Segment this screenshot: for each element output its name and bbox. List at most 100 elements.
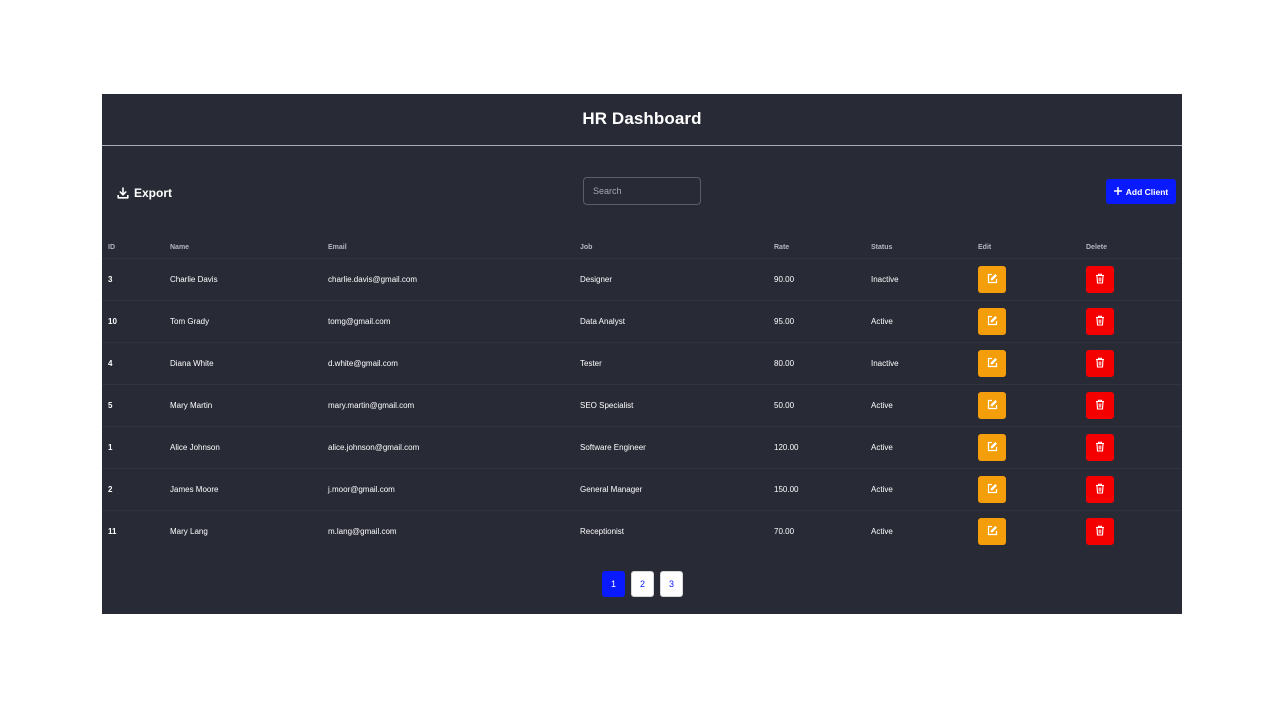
add-client-label: Add Client	[1125, 186, 1169, 197]
cell-edit	[972, 258, 1080, 301]
cell-id: 4	[102, 342, 164, 385]
clients-table: ID Name Email Job Rate Status Edit Delet…	[102, 236, 1182, 552]
edit-button[interactable]	[978, 392, 1006, 419]
cell-name: Diana White	[164, 342, 322, 385]
column-header-delete: Delete	[1086, 243, 1108, 251]
edit-button[interactable]	[978, 308, 1006, 335]
page-button-1[interactable]: 1	[602, 571, 625, 597]
cell-delete	[1080, 342, 1182, 385]
cell-edit	[972, 468, 1080, 511]
trash-icon	[1095, 315, 1105, 328]
delete-button[interactable]	[1086, 350, 1114, 377]
cell-status: Active	[865, 510, 972, 552]
panel-header: HR Dashboard	[102, 94, 1182, 146]
cell-rate: 120.00	[768, 426, 865, 469]
cell-status: Inactive	[865, 342, 972, 385]
cell-email: charlie.davis@gmail.com	[322, 258, 574, 301]
page-title: HR Dashboard	[582, 109, 702, 128]
edit-button[interactable]	[978, 518, 1006, 545]
edit-icon	[987, 441, 998, 454]
delete-button[interactable]	[1086, 518, 1114, 545]
cell-status: Active	[865, 426, 972, 469]
export-button[interactable]: Export	[117, 183, 172, 203]
cell-name: Alice Johnson	[164, 426, 322, 469]
cell-id: 10	[102, 300, 164, 343]
cell-email: d.white@gmail.com	[322, 342, 574, 385]
cell-id: 5	[102, 384, 164, 427]
table-row: 3 Charlie Davis charlie.davis@gmail.com Des…	[102, 258, 1182, 301]
edit-icon	[987, 273, 998, 286]
cell-job: Receptionist	[574, 510, 768, 552]
cell-job: General Manager	[574, 468, 768, 511]
cell-id: 1	[102, 426, 164, 469]
delete-button[interactable]	[1086, 434, 1114, 461]
pagination: 123	[602, 571, 683, 597]
column-header-email[interactable]: Email	[322, 236, 574, 259]
column-header-edit: Edit	[978, 243, 992, 251]
cell-name: Charlie Davis	[164, 258, 322, 301]
trash-icon	[1095, 441, 1105, 454]
cell-name: James Moore	[164, 468, 322, 511]
edit-button[interactable]	[978, 476, 1006, 503]
table-row: 1 Alice Johnson alice.johnson@gmail.com Sof…	[102, 426, 1182, 469]
page-button-2[interactable]: 2	[631, 571, 654, 597]
cell-rate: 95.00	[768, 300, 865, 343]
delete-button[interactable]	[1086, 476, 1114, 503]
table-header-row: ID Name Email Job Rate Status Edit Delet…	[102, 236, 1182, 259]
cell-name: Mary Lang	[164, 510, 322, 552]
cell-rate: 80.00	[768, 342, 865, 385]
cell-email: tomg@gmail.com	[322, 300, 574, 343]
cell-edit	[972, 300, 1080, 343]
table-row: 10 Tom Grady tomg@gmail.com Data Analyst 95.…	[102, 300, 1182, 343]
add-client-button[interactable]: Add Client	[1106, 179, 1176, 204]
edit-button[interactable]	[978, 350, 1006, 377]
cell-rate: 90.00	[768, 258, 865, 301]
cell-delete	[1080, 300, 1182, 343]
cell-rate: 150.00	[768, 468, 865, 511]
cell-delete	[1080, 426, 1182, 469]
column-header-rate[interactable]: Rate	[768, 236, 865, 259]
cell-edit	[972, 510, 1080, 552]
cell-job: Software Engineer	[574, 426, 768, 469]
delete-button[interactable]	[1086, 308, 1114, 335]
column-header-name[interactable]: Name	[164, 236, 322, 259]
cell-status: Inactive	[865, 258, 972, 301]
table-row: 4 Diana White d.white@gmail.com Tester 80.00…	[102, 342, 1182, 385]
cell-id: 2	[102, 468, 164, 511]
toolbar: Export Add Client	[102, 146, 1182, 226]
column-header-job[interactable]: Job	[574, 236, 768, 259]
edit-button[interactable]	[978, 266, 1006, 293]
edit-icon	[987, 483, 998, 496]
plus-icon	[1113, 186, 1122, 197]
delete-button[interactable]	[1086, 392, 1114, 419]
cell-delete	[1080, 258, 1182, 301]
cell-status: Active	[865, 384, 972, 427]
cell-job: Designer	[574, 258, 768, 301]
column-header-status[interactable]: Status	[865, 236, 972, 259]
cell-status: Active	[865, 468, 972, 511]
cell-edit	[972, 426, 1080, 469]
edit-button[interactable]	[978, 434, 1006, 461]
page-button-3[interactable]: 3	[660, 571, 683, 597]
delete-button[interactable]	[1086, 266, 1114, 293]
cell-rate: 50.00	[768, 384, 865, 427]
edit-icon	[987, 525, 998, 538]
cell-delete	[1080, 510, 1182, 552]
trash-icon	[1095, 357, 1105, 370]
search-input[interactable]	[583, 177, 701, 205]
cell-name: Tom Grady	[164, 300, 322, 343]
table-row: 11 Mary Lang m.lang@gmail.com Receptionist 7…	[102, 510, 1182, 552]
cell-id: 11	[102, 510, 164, 552]
cell-email: mary.martin@gmail.com	[322, 384, 574, 427]
cell-delete	[1080, 468, 1182, 511]
trash-icon	[1095, 525, 1105, 538]
cell-job: SEO Specialist	[574, 384, 768, 427]
column-header-id[interactable]: ID	[102, 236, 164, 259]
edit-icon	[987, 399, 998, 412]
edit-icon	[987, 315, 998, 328]
cell-status: Active	[865, 300, 972, 343]
download-icon	[117, 187, 129, 199]
cell-delete	[1080, 384, 1182, 427]
cell-email: j.moor@gmail.com	[322, 468, 574, 511]
trash-icon	[1095, 483, 1105, 496]
